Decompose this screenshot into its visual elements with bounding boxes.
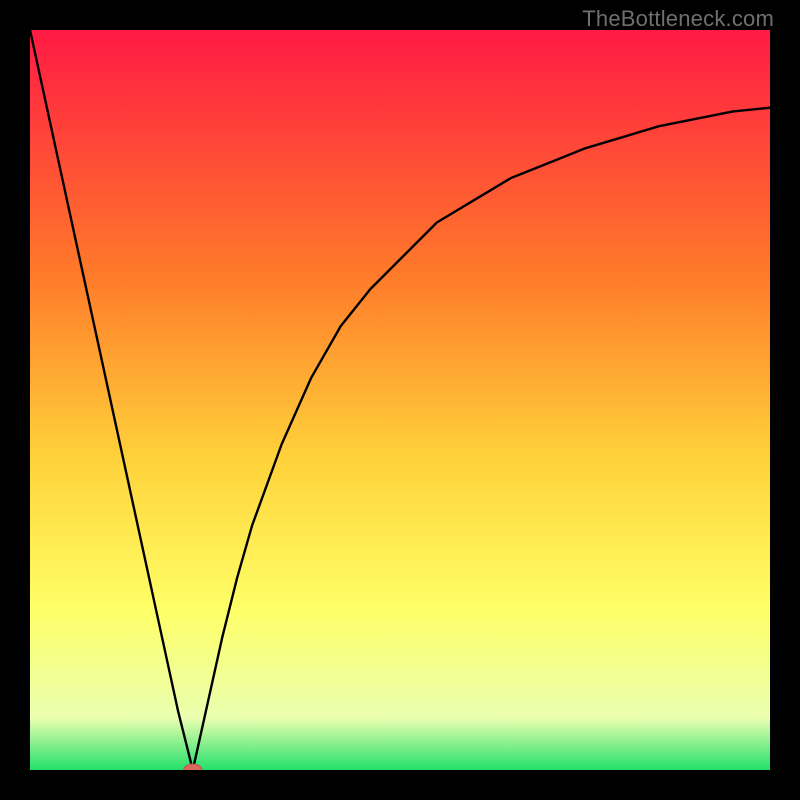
plot-area xyxy=(30,30,770,770)
watermark-text: TheBottleneck.com xyxy=(582,6,774,32)
chart-frame: TheBottleneck.com xyxy=(0,0,800,800)
chart-svg xyxy=(30,30,770,770)
gradient-background xyxy=(30,30,770,770)
